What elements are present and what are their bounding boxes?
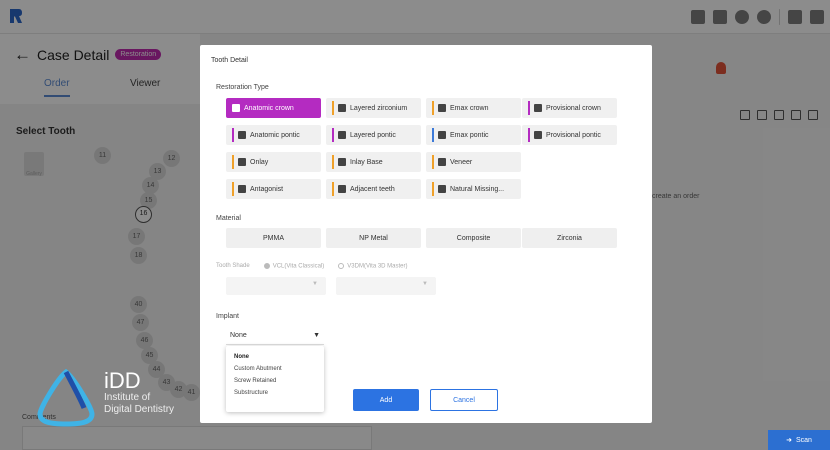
shade-select-1[interactable]: ▼ (226, 277, 326, 295)
type-marker (232, 128, 234, 142)
implant-option-none[interactable]: None (226, 351, 324, 363)
type-marker (332, 155, 334, 169)
pontic-icon (338, 131, 346, 139)
scan-label: Scan (795, 436, 812, 444)
veneer-icon (438, 158, 446, 166)
restoration-label: Anatomic pontic (250, 131, 300, 139)
tooth-shade-label: Tooth Shade (216, 263, 250, 270)
type-marker (432, 128, 434, 142)
restoration-anatomic-crown[interactable]: Anatomic crown (226, 98, 321, 118)
pontic-icon (438, 131, 446, 139)
restoration-label: Layered zirconium (350, 104, 408, 112)
shade-option-label: VCL(Vita Classical) (272, 263, 325, 270)
tooth-shade-row: Tooth Shade VCL(Vita Classical) V3DM(Vit… (216, 263, 408, 270)
restoration-type-label: Restoration Type (216, 84, 269, 91)
material-label: Material (216, 215, 241, 222)
chevron-down-icon: ▼ (313, 332, 320, 339)
pontic-icon (534, 131, 542, 139)
type-marker (332, 128, 334, 142)
idd-watermark-big: iDD (104, 368, 141, 393)
restoration-anatomic-pontic[interactable]: Anatomic pontic (226, 125, 321, 145)
material-np-metal[interactable]: NP Metal (326, 228, 421, 248)
scan-button[interactable]: ➜ Scan (768, 430, 830, 450)
restoration-provisional-crown[interactable]: Provisional crown (522, 98, 617, 118)
chevron-down-icon: ▼ (312, 281, 318, 287)
shade-option-v3dm[interactable]: V3DM(Vita 3D Master) (338, 263, 408, 270)
material-pmma[interactable]: PMMA (226, 228, 321, 248)
implant-label: Implant (216, 313, 239, 320)
material-composite[interactable]: Composite (426, 228, 521, 248)
restoration-label: Onlay (250, 158, 269, 166)
material-zirconia[interactable]: Zirconia (522, 228, 617, 248)
type-marker (432, 182, 434, 196)
restoration-label: Antagonist (250, 185, 284, 193)
dialog-title: Tooth Detail (211, 57, 248, 64)
implant-option-screw-retained[interactable]: Screw Retained (226, 375, 324, 387)
arrow-right-icon: ➜ (786, 437, 792, 444)
restoration-veneer[interactable]: Veneer (426, 152, 521, 172)
radio-icon (338, 263, 345, 269)
restoration-label: Inlay Base (350, 158, 383, 166)
implant-value: None (230, 332, 247, 339)
chevron-down-icon: ▼ (422, 281, 428, 287)
provisional-icon (534, 104, 542, 112)
inlay-icon (338, 158, 346, 166)
idd-watermark: iDD Institute of Digital Dentistry (104, 370, 174, 416)
restoration-label: Adjacent teeth (350, 185, 395, 193)
restoration-label: Provisional crown (546, 104, 601, 112)
natural-missing-icon (438, 185, 446, 193)
restoration-label: Emax pontic (450, 131, 489, 139)
restoration-label: Provisional pontic (546, 131, 601, 139)
restoration-label: Emax crown (450, 104, 489, 112)
type-marker (432, 155, 434, 169)
tooth-detail-dialog: Tooth Detail Restoration Type Anatomic c… (200, 45, 652, 423)
type-marker (528, 101, 530, 115)
restoration-label: Veneer (450, 158, 473, 166)
type-marker (332, 101, 334, 115)
shade-select-2[interactable]: ▼ (336, 277, 436, 295)
idd-watermark-line1: Institute of (104, 392, 151, 403)
restoration-emax-pontic[interactable]: Emax pontic (426, 125, 521, 145)
restoration-label: Natural Missing... (450, 185, 505, 193)
shade-option-label: V3DM(Vita 3D Master) (347, 263, 408, 270)
type-marker (528, 128, 530, 142)
type-marker (232, 182, 234, 196)
implant-option-substructure[interactable]: Substructure (226, 387, 324, 399)
restoration-label: Anatomic crown (244, 104, 294, 112)
onlay-icon (238, 158, 246, 166)
implant-dropdown: None Custom Abutment Screw Retained Subs… (226, 346, 324, 412)
restoration-emax-crown[interactable]: Emax crown (426, 98, 521, 118)
restoration-onlay[interactable]: Onlay (226, 152, 321, 172)
restoration-provisional-pontic[interactable]: Provisional pontic (522, 125, 617, 145)
idd-watermark-line2: Digital Dentistry (104, 404, 175, 415)
implant-option-custom-abutment[interactable]: Custom Abutment (226, 363, 324, 375)
restoration-adjacent-teeth[interactable]: Adjacent teeth (326, 179, 421, 199)
pontic-icon (238, 131, 246, 139)
implant-select[interactable]: None ▼ (226, 327, 324, 345)
radio-icon (263, 263, 270, 269)
restoration-inlay-base[interactable]: Inlay Base (326, 152, 421, 172)
idd-logo-icon (37, 368, 95, 427)
type-marker (432, 101, 434, 115)
antagonist-icon (238, 185, 246, 193)
restoration-layered-zirconium[interactable]: Layered zirconium (326, 98, 421, 118)
crown-icon (232, 104, 240, 112)
zirconium-icon (338, 104, 346, 112)
restoration-antagonist[interactable]: Antagonist (226, 179, 321, 199)
cancel-button[interactable]: Cancel (430, 389, 498, 411)
restoration-natural-missing[interactable]: Natural Missing... (426, 179, 521, 199)
restoration-label: Layered pontic (350, 131, 396, 139)
adjacent-teeth-icon (338, 185, 346, 193)
restoration-layered-pontic[interactable]: Layered pontic (326, 125, 421, 145)
type-marker (232, 155, 234, 169)
add-button[interactable]: Add (353, 389, 419, 411)
emax-icon (438, 104, 446, 112)
shade-option-vcl[interactable]: VCL(Vita Classical) (263, 263, 325, 270)
type-marker (332, 182, 334, 196)
